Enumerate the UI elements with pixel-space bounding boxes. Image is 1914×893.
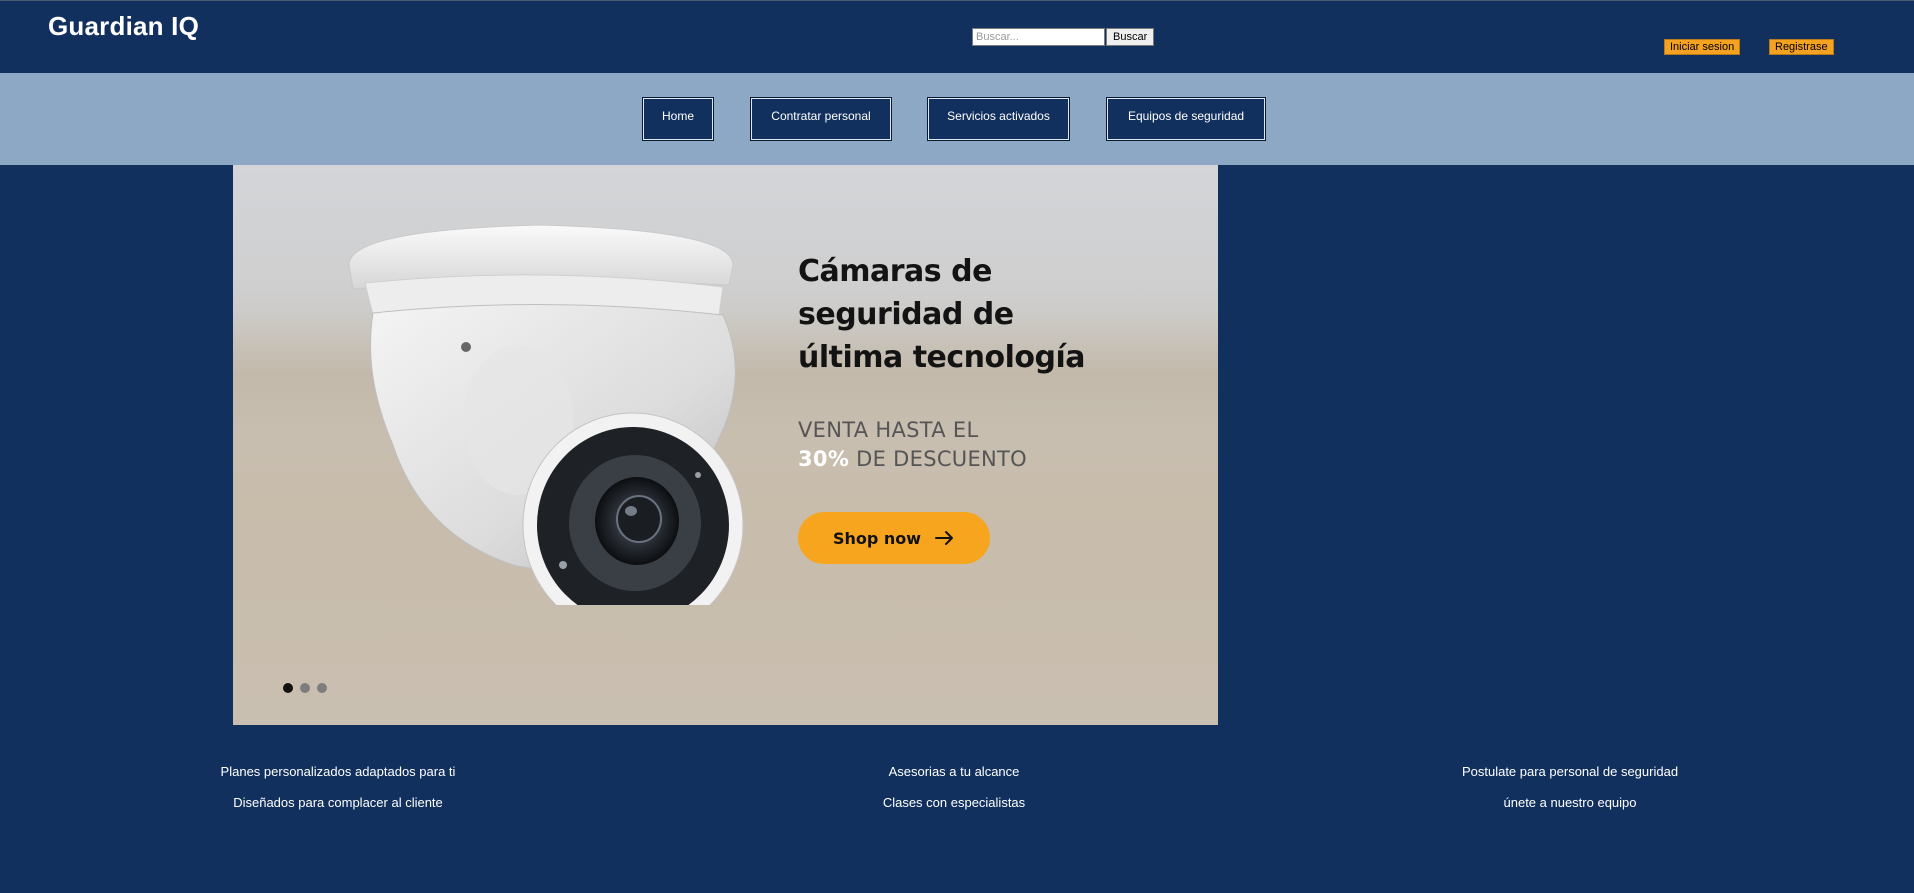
sale-line-1: VENTA HASTA EL [798, 418, 979, 442]
security-camera-icon [348, 224, 744, 605]
arrow-right-icon [935, 531, 954, 545]
hero-title: Cámaras de seguridad de última tecnologí… [798, 250, 1198, 379]
search-button[interactable]: Buscar [1106, 28, 1155, 46]
brand-logo[interactable]: Guardian IQ [48, 11, 199, 42]
nav-equipos-seguridad[interactable]: Equipos de seguridad [1106, 97, 1266, 141]
sale-percent: 30% [798, 447, 850, 471]
nav-servicios-activados[interactable]: Servicios activados [927, 97, 1070, 141]
hero-carousel[interactable]: Cámaras de seguridad de última tecnologí… [233, 165, 1218, 725]
feature-postulate: Postulate para personal de seguridad úne… [1370, 764, 1770, 826]
feature-asesorias: Asesorias a tu alcance Clases con especi… [754, 764, 1154, 826]
shop-now-label: Shop now [832, 528, 922, 548]
carousel-dot[interactable] [317, 683, 327, 693]
main-nav: Home Contratar personal Servicios activa… [0, 73, 1914, 165]
hero-title-line: última tecnología [798, 340, 1086, 375]
login-button[interactable]: Iniciar sesion [1664, 39, 1741, 55]
carousel-indicators [283, 683, 327, 693]
shop-now-button[interactable]: Shop now [798, 512, 990, 564]
sale-banner: VENTA HASTA EL 30% DE DESCUENTO [798, 416, 1198, 474]
feature-title: Planes personalizados adaptados para ti [220, 764, 456, 779]
hero-title-line: seguridad de [798, 297, 1014, 332]
search-form: Buscar [972, 28, 1155, 46]
carousel-dot[interactable] [283, 683, 293, 693]
hero-text: Cámaras de seguridad de última tecnologí… [798, 250, 1198, 474]
feature-title: Postulate para personal de seguridad [1461, 764, 1679, 779]
sale-line-2: 30% DE DESCUENTO [798, 445, 1198, 474]
search-input[interactable] [972, 28, 1105, 46]
sale-line-2-rest: DE DESCUENTO [849, 447, 1027, 471]
hero-title-line: Cámaras de [798, 254, 992, 289]
register-button[interactable]: Registrase [1769, 39, 1834, 55]
feature-title: Asesorias a tu alcance [888, 764, 1020, 779]
feature-subtitle: Diseñados para complacer al cliente [233, 795, 443, 810]
site-header: Guardian IQ Buscar Iniciar sesion Regist… [0, 0, 1914, 73]
feature-subtitle: únete a nuestro equipo [1503, 795, 1637, 810]
feature-subtitle: Clases con especialistas [882, 795, 1026, 810]
nav-home[interactable]: Home [642, 97, 714, 141]
carousel-dot[interactable] [300, 683, 310, 693]
nav-contratar-personal[interactable]: Contratar personal [750, 97, 892, 141]
feature-planes: Planes personalizados adaptados para ti … [138, 764, 538, 826]
